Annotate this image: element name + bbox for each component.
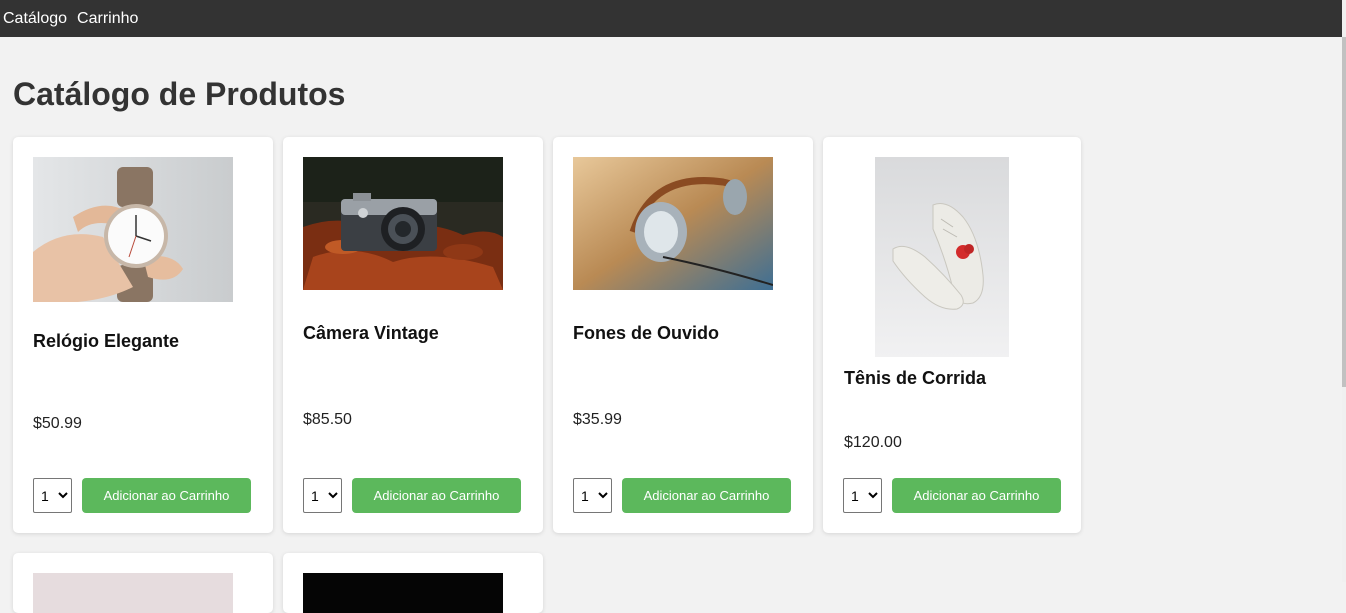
top-navigation-bar: Catálogo Carrinho xyxy=(0,0,1342,37)
product-price: $50.99 xyxy=(33,415,82,432)
add-to-cart-button[interactable]: Adicionar ao Carrinho xyxy=(82,478,251,513)
product-price: $85.50 xyxy=(303,411,352,428)
product-price: $35.99 xyxy=(573,411,622,428)
page-title: Catálogo de Produtos xyxy=(13,76,346,112)
product-name: Tênis de Corrida xyxy=(844,368,987,388)
scrollbar-thumb[interactable] xyxy=(1342,37,1346,387)
add-to-cart-button[interactable]: Adicionar ao Carrinho xyxy=(352,478,521,513)
add-to-cart-button[interactable]: Adicionar ao Carrinho xyxy=(892,478,1061,513)
nav-link-catalog[interactable]: Catálogo xyxy=(3,10,67,27)
vertical-scrollbar[interactable] xyxy=(1342,0,1346,582)
product-name: Câmera Vintage xyxy=(303,323,439,343)
product-card: Relógio Elegante $50.99 1 Adicionar ao C… xyxy=(13,137,273,533)
product-image xyxy=(33,573,233,613)
product-card xyxy=(283,553,543,613)
quantity-select[interactable]: 1 xyxy=(573,478,612,513)
product-card: Tênis de Corrida $120.00 1 Adicionar ao … xyxy=(823,137,1081,533)
product-price: $120.00 xyxy=(844,434,902,451)
product-image-sneakers xyxy=(875,157,1009,357)
quantity-select[interactable]: 1 xyxy=(33,478,72,513)
quantity-select[interactable]: 1 xyxy=(843,478,882,513)
product-name: Relógio Elegante xyxy=(33,331,180,351)
nav-link-cart[interactable]: Carrinho xyxy=(77,10,138,27)
product-image-headphones xyxy=(573,157,773,290)
product-image-watch xyxy=(33,157,233,302)
product-name: Fones de Ouvido xyxy=(573,323,720,343)
product-card xyxy=(13,553,273,613)
quantity-select[interactable]: 1 xyxy=(303,478,342,513)
add-to-cart-button[interactable]: Adicionar ao Carrinho xyxy=(622,478,791,513)
product-card: Câmera Vintage $85.50 1 Adicionar ao Car… xyxy=(283,137,543,533)
product-image-camera xyxy=(303,157,503,290)
product-image xyxy=(303,573,503,613)
product-card: Fones de Ouvido $35.99 1 Adicionar ao Ca… xyxy=(553,137,813,533)
